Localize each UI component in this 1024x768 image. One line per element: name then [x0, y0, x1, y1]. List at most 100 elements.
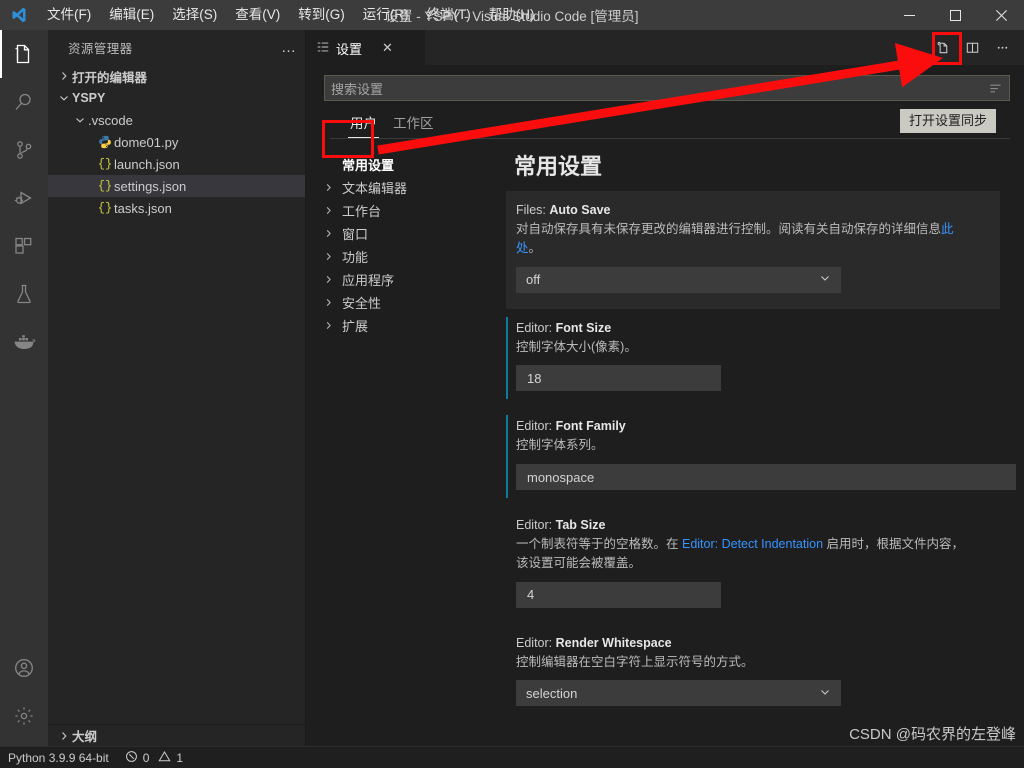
search-settings-input[interactable]: 搜索设置	[324, 75, 1010, 101]
setting-key: Files: Auto Save	[516, 203, 1000, 217]
open-settings-sync-button[interactable]: 打开设置同步	[899, 109, 996, 133]
setting-editor-render-whitespace[interactable]: Editor: Render Whitespace 控制编辑器在空白字符上显示符…	[506, 624, 1024, 723]
tab-workspace[interactable]: 工作区	[385, 110, 442, 138]
setting-description: 一个制表符等于的空格数。在 Editor: Detect Indentation…	[516, 535, 971, 573]
setting-description: 控制字体大小(像素)。	[516, 339, 637, 354]
search-icon[interactable]	[0, 78, 48, 126]
setting-name: Render Whitespace	[555, 635, 672, 650]
explorer-icon[interactable]	[0, 30, 48, 78]
setting-prefix: Editor:	[516, 518, 556, 532]
chevron-right-icon	[324, 275, 342, 284]
toc-item-common[interactable]: 常用设置	[324, 153, 506, 176]
menu-edit[interactable]: 编辑(E)	[100, 4, 163, 26]
title-bar: 文件(F) 编辑(E) 选择(S) 查看(V) 转到(G) 运行(R) 终端(T…	[0, 0, 1024, 30]
chevron-down-icon	[56, 93, 72, 103]
settings-items-list[interactable]: 常用设置 Files: Auto Save 对自动保存具有未保存更改的编辑器进行…	[506, 139, 1024, 746]
toc-item-label: 功能	[342, 250, 369, 265]
tree-item-launch-json[interactable]: {} launch.json	[48, 153, 305, 175]
desc-text: 一个制表符等于的空格数。在	[516, 537, 682, 551]
input-value: monospace	[527, 469, 595, 485]
sidebar-header: 资源管理器 …	[48, 30, 305, 65]
tree-item-tasks-json[interactable]: {} tasks.json	[48, 197, 305, 219]
select-value: off	[526, 272, 541, 287]
menu-run[interactable]: 运行(R)	[354, 4, 418, 26]
desc-text-after: 。	[528, 240, 542, 255]
toc-item-extensions[interactable]: 扩展	[324, 314, 506, 337]
tree-item-label: settings.json	[114, 178, 187, 194]
tree-item-yspy[interactable]: YSPY	[48, 87, 305, 109]
status-python-version[interactable]: Python 3.9.9 64-bit	[0, 747, 117, 768]
more-actions-icon[interactable]	[988, 34, 1016, 62]
minimize-button[interactable]	[886, 0, 932, 30]
menu-help[interactable]: 帮助(H)	[480, 4, 544, 26]
setting-editor-tab-size[interactable]: Editor: Tab Size 一个制表符等于的空格数。在 Editor: D…	[506, 506, 1024, 624]
outline-section-header[interactable]: 大纲	[48, 724, 305, 746]
menu-selection[interactable]: 选择(S)	[163, 4, 226, 26]
setting-prefix: Editor:	[516, 419, 556, 434]
json-icon: {}	[97, 179, 113, 193]
chevron-right-icon	[324, 206, 342, 215]
account-icon[interactable]	[0, 644, 48, 692]
tab-user[interactable]: 用户	[342, 110, 385, 138]
chevron-right-icon	[56, 71, 72, 81]
editor-tab-actions	[928, 30, 1024, 65]
menu-file[interactable]: 文件(F)	[38, 4, 100, 26]
editor-area: 设置 ✕ 搜索设置 用户 工作区 打开设置同步 常用设置 文本编辑器 工作台 窗…	[306, 30, 1024, 746]
setting-key: Editor: Tab Size	[516, 518, 1024, 532]
setting-editor-font-size[interactable]: Editor: Font Size 控制字体大小(像素)。 18	[506, 309, 1024, 408]
setting-files-auto-save[interactable]: Files: Auto Save 对自动保存具有未保存更改的编辑器进行控制。阅读…	[506, 191, 1000, 309]
tab-size-input[interactable]: 4	[516, 581, 721, 608]
tree-item-vscode-folder[interactable]: .vscode	[48, 109, 305, 131]
chevron-right-icon	[324, 298, 342, 307]
toc-item-text-editor[interactable]: 文本编辑器	[324, 176, 506, 199]
menu-view[interactable]: 查看(V)	[226, 4, 289, 26]
setting-key: Editor: Font Family	[516, 419, 1024, 433]
tree-item-label: 打开的编辑器	[72, 70, 148, 85]
close-icon[interactable]: ✕	[382, 40, 393, 56]
sidebar-more-icon[interactable]: …	[281, 39, 297, 56]
close-button[interactable]	[978, 0, 1024, 30]
input-value: 18	[527, 370, 542, 386]
toc-item-workbench[interactable]: 工作台	[324, 199, 506, 222]
menu-go[interactable]: 转到(G)	[289, 4, 354, 26]
tree-item-open-editors[interactable]: 打开的编辑器	[48, 65, 305, 87]
status-problems[interactable]: 0 1	[117, 747, 191, 768]
gear-icon[interactable]	[0, 692, 48, 740]
editor-tab-bar: 设置 ✕	[306, 30, 1024, 65]
filter-icon[interactable]	[988, 81, 1003, 96]
docker-whale-icon[interactable]	[0, 318, 48, 366]
toc-item-label: 应用程序	[342, 273, 395, 288]
tree-item-settings-json[interactable]: {} settings.json	[48, 175, 305, 197]
render-whitespace-select[interactable]: selection	[516, 680, 841, 707]
extensions-icon[interactable]	[0, 222, 48, 270]
setting-key: Editor: Render Whitespace	[516, 636, 1024, 650]
tree-item-label: YSPY	[72, 91, 106, 105]
source-control-icon[interactable]	[0, 126, 48, 174]
toc-item-features[interactable]: 功能	[324, 245, 506, 268]
setting-description: 对自动保存具有未保存更改的编辑器进行控制。阅读有关自动保存的详细信息此处。	[516, 220, 971, 258]
setting-prefix: Editor:	[516, 635, 556, 650]
font-size-input[interactable]: 18	[516, 365, 721, 392]
toc-item-security[interactable]: 安全性	[324, 291, 506, 314]
chevron-right-icon	[56, 731, 72, 741]
toc-item-application[interactable]: 应用程序	[324, 268, 506, 291]
menu-terminal[interactable]: 终端(T)	[418, 4, 480, 26]
window-controls	[886, 0, 1024, 30]
tree-item-label: .vscode	[88, 112, 133, 128]
split-editor-icon[interactable]	[958, 34, 986, 62]
setting-name: Tab Size	[555, 518, 606, 532]
auto-save-select[interactable]: off	[516, 266, 841, 293]
tree-item-label: tasks.json	[114, 200, 172, 216]
testing-flask-icon[interactable]	[0, 270, 48, 318]
toc-item-window[interactable]: 窗口	[324, 222, 506, 245]
tree-item-dome01-py[interactable]: dome01.py	[48, 131, 305, 153]
setting-editor-font-family[interactable]: Editor: Font Family 控制字体系列。 monospace	[506, 407, 1024, 506]
maximize-button[interactable]	[932, 0, 978, 30]
font-family-input[interactable]: monospace	[516, 464, 1016, 490]
setting-doc-link[interactable]: Editor: Detect Indentation	[682, 537, 823, 551]
menu-bar[interactable]: 文件(F) 编辑(E) 选择(S) 查看(V) 转到(G) 运行(R) 终端(T…	[38, 4, 544, 26]
run-debug-icon[interactable]	[0, 174, 48, 222]
open-settings-json-icon[interactable]	[928, 34, 956, 62]
chevron-down-icon	[72, 115, 88, 125]
tab-settings[interactable]: 设置 ✕	[306, 30, 426, 65]
